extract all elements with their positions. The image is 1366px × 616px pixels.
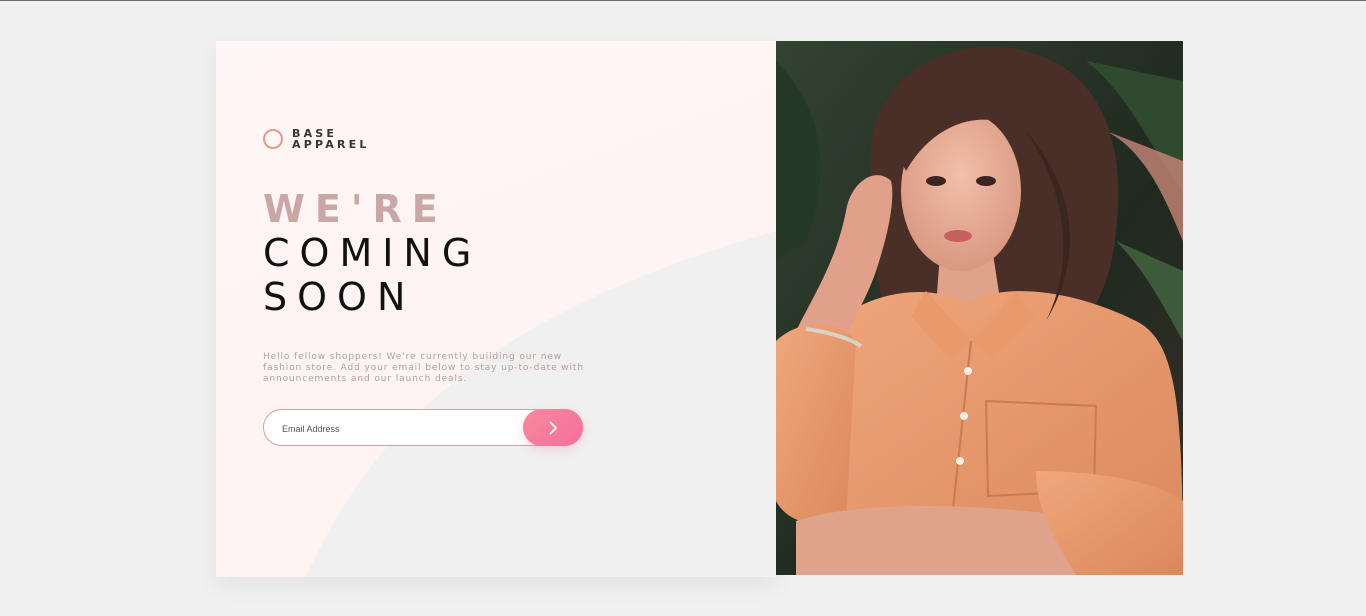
submit-button[interactable] [523,409,583,446]
hero-line-3: SOON [263,275,416,319]
woman-in-orange-shirt-icon [776,41,1183,575]
hero-line-1: WE'RE [263,187,448,231]
email-input[interactable] [280,419,504,439]
hero-card: BASE APPAREL WE'RE COMING SOON Hello fel… [216,41,776,577]
logo-text: BASE APPAREL [292,128,370,150]
hero-image [776,41,1183,575]
hero-line-2: COMING [263,231,482,275]
description-text: Hello fellow shoppers! We're currently b… [263,352,584,384]
email-form [263,409,583,446]
logo-circle-icon [263,129,283,149]
brand-line-2: APPAREL [292,138,370,151]
brand-logo[interactable]: BASE APPAREL [263,128,370,150]
chevron-right-icon [549,420,558,435]
hero-heading: WE'RE COMING SOON [263,187,481,319]
